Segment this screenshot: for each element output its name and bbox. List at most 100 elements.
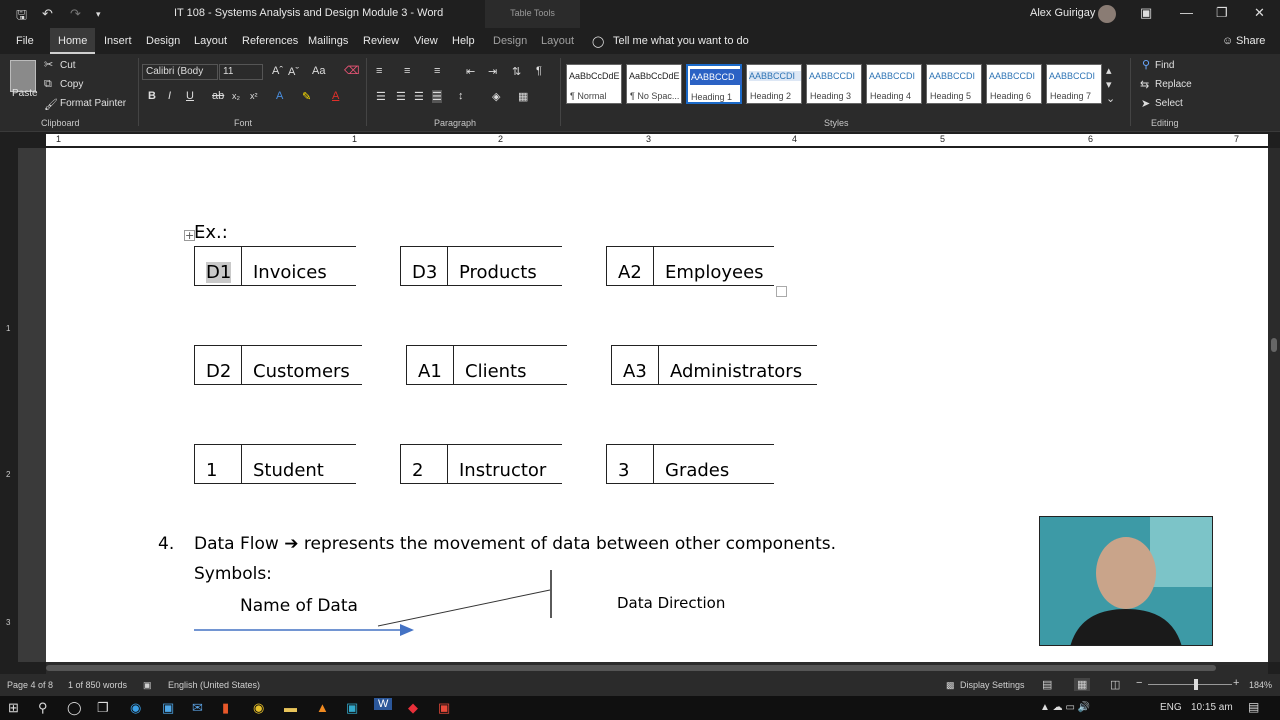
notifications-icon[interactable]: ▤ [1248, 700, 1259, 714]
tab-review[interactable]: Review [363, 35, 399, 47]
app-icon[interactable]: ◆ [408, 700, 418, 716]
tab-layout[interactable]: Layout [194, 35, 227, 47]
style-heading-1[interactable]: AABBCCD Heading 1 [686, 64, 742, 104]
data-store-2[interactable]: 2 Instructor [400, 444, 562, 484]
clock[interactable]: 10:15 am [1191, 702, 1233, 713]
share-button[interactable]: Share [1236, 35, 1265, 47]
close-icon[interactable]: ✕ [1254, 5, 1265, 21]
chrome-icon[interactable]: ◉ [253, 700, 264, 716]
tell-me-search[interactable]: Tell me what you want to do [613, 35, 749, 47]
shrink-font-icon[interactable]: Aˇ [288, 66, 299, 78]
align-left-icon[interactable]: ☰ [376, 90, 386, 103]
language-status[interactable]: English (United States) [168, 680, 260, 690]
display-settings-button[interactable]: Display Settings [960, 680, 1025, 690]
data-store-a1[interactable]: A1 Clients [406, 345, 567, 385]
app-icon[interactable]: ▣ [346, 700, 358, 716]
tab-view[interactable]: View [414, 35, 438, 47]
tab-references[interactable]: References [242, 35, 298, 47]
decrease-indent-icon[interactable]: ⇤ [466, 65, 475, 78]
align-center-icon[interactable]: ☰ [396, 90, 406, 103]
tab-file[interactable]: File [16, 35, 34, 47]
replace-button[interactable]: Replace [1155, 79, 1192, 90]
cortana-icon[interactable]: ◯ [67, 700, 82, 716]
styles-scroll-down-icon[interactable]: ▾ [1106, 78, 1112, 91]
find-button[interactable]: Find [1155, 60, 1174, 71]
subscript-icon[interactable]: x₂ [232, 91, 240, 101]
clear-formatting-icon[interactable]: ⌫ [344, 64, 360, 77]
file-explorer-icon[interactable]: ▬ [284, 700, 297, 715]
minimize-icon[interactable]: — [1180, 5, 1193, 20]
proofing-icon[interactable]: ▣ [143, 680, 152, 691]
redo-icon[interactable]: ↷ [70, 6, 81, 22]
save-icon[interactable]: 🖫 [16, 6, 27, 28]
tab-insert[interactable]: Insert [104, 35, 132, 47]
styles-more-icon[interactable]: ⌄ [1106, 92, 1115, 105]
bold-icon[interactable]: B [148, 90, 156, 102]
style-no-spacing[interactable]: AaBbCcDdE ¶ No Spac... [626, 64, 682, 104]
font-color-icon[interactable]: A [332, 90, 339, 102]
data-store-d2[interactable]: D2 Customers [194, 345, 362, 385]
tab-mailings[interactable]: Mailings [308, 35, 348, 47]
tab-table-design[interactable]: Design [493, 35, 527, 47]
horizontal-scroll-thumb[interactable] [46, 665, 1216, 671]
office-icon[interactable]: ▮ [222, 700, 229, 716]
borders-icon[interactable]: ▦ [518, 90, 528, 103]
data-store-d1[interactable]: D1 Invoices [194, 246, 356, 286]
horizontal-scrollbar[interactable] [46, 662, 1268, 674]
word-count[interactable]: 1 of 850 words [68, 680, 127, 690]
horizontal-ruler[interactable]: 1 1 2 3 4 5 6 7 [0, 132, 1280, 148]
select-button[interactable]: Select [1155, 98, 1183, 109]
underline-icon[interactable]: U [186, 90, 194, 102]
numbering-icon[interactable]: ≡ [404, 65, 410, 77]
copy-icon[interactable]: ⧉ [44, 78, 52, 91]
style-heading-6[interactable]: AABBCCDI Heading 6 [986, 64, 1042, 104]
change-case-icon[interactable]: Aa [312, 65, 325, 77]
table-resize-handle[interactable] [776, 286, 787, 297]
align-right-icon[interactable]: ☰ [414, 90, 424, 103]
data-store-1[interactable]: 1 Student [194, 444, 356, 484]
highlight-icon[interactable]: ✎ [302, 90, 311, 103]
zoom-slider-thumb[interactable] [1194, 679, 1198, 690]
vertical-scroll-thumb[interactable] [1271, 338, 1277, 352]
tray-icons[interactable]: ▲ ☁ ▭ 🔊 [1040, 702, 1090, 713]
copy-button[interactable]: Copy [60, 79, 83, 90]
ribbon-display-icon[interactable]: ▣ [1140, 5, 1152, 21]
vertical-ruler[interactable]: 1 2 3 [0, 148, 18, 662]
cut-button[interactable]: Cut [60, 60, 76, 71]
tab-table-layout[interactable]: Layout [541, 35, 574, 47]
tab-help[interactable]: Help [452, 35, 475, 47]
format-painter-button[interactable]: Format Painter [60, 98, 126, 109]
edge-icon[interactable]: ◉ [130, 700, 141, 716]
italic-icon[interactable]: I [168, 90, 171, 102]
strikethrough-icon[interactable]: ab [212, 90, 224, 102]
zoom-slider[interactable] [1148, 684, 1232, 685]
styles-scroll-up-icon[interactable]: ▴ [1106, 64, 1112, 77]
style-heading-4[interactable]: AABBCCDI Heading 4 [866, 64, 922, 104]
store-icon[interactable]: ▣ [162, 700, 174, 716]
data-store-d3[interactable]: D3 Products [400, 246, 562, 286]
font-family-select[interactable]: Calibri (Body [142, 64, 218, 80]
data-store-3[interactable]: 3 Grades [606, 444, 774, 484]
pilcrow-icon[interactable]: ¶ [536, 65, 542, 77]
zoom-in-icon[interactable]: + [1233, 677, 1239, 689]
style-heading-5[interactable]: AABBCCDI Heading 5 [926, 64, 982, 104]
vlc-icon[interactable]: ▲ [316, 700, 329, 715]
word-taskbar-icon[interactable]: W [374, 698, 393, 710]
shading-icon[interactable]: ◈ [492, 90, 500, 103]
data-store-a2[interactable]: A2 Employees [606, 246, 774, 286]
language-indicator[interactable]: ENG [1160, 702, 1182, 713]
windows-start-icon[interactable]: ⊞ [8, 700, 19, 716]
display-settings-icon[interactable]: ▩ [946, 680, 955, 691]
print-layout-icon[interactable]: ▦ [1074, 678, 1091, 691]
replace-icon[interactable]: ⇆ [1140, 78, 1149, 91]
cut-icon[interactable]: ✂ [44, 58, 53, 71]
style-heading-3[interactable]: AABBCCDI Heading 3 [806, 64, 862, 104]
style-heading-7[interactable]: AABBCCDI Heading 7 [1046, 64, 1102, 104]
search-icon[interactable]: ⚲ [38, 700, 48, 716]
bullets-icon[interactable]: ≡ [376, 65, 382, 77]
text-effects-icon[interactable]: A [276, 90, 283, 102]
share-icon[interactable]: ☺ [1222, 35, 1233, 47]
task-view-icon[interactable]: ❐ [97, 700, 109, 716]
tab-home[interactable]: Home [50, 28, 96, 54]
justify-icon[interactable]: ☰ [432, 90, 442, 103]
